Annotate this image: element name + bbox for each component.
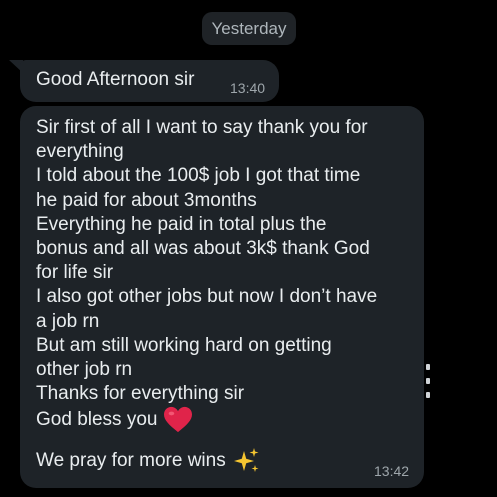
message-time: 13:40 [230,80,266,96]
message-line: I told about the 100$ job I got that tim… [36,165,361,187]
message-line: other job rn [36,358,133,380]
message-line: We pray for more wins [36,447,260,475]
scroll-handle-dot [426,392,430,398]
message-text: Sir first of all I want to say thank you… [36,116,377,406]
message-line-text: God bless you [36,409,158,430]
message-line: I also got other jobs but now I don’t ha… [36,286,378,308]
message-bubble[interactable]: Sir first of all I want to say thank you… [20,106,424,488]
date-separator: Yesterday [202,12,296,45]
scroll-handle[interactable] [425,364,431,398]
message-text: Good Afternoon sir [36,69,195,90]
scroll-handle-dot [426,364,430,370]
message-line: a job rn [36,310,100,332]
message-line: everything [36,141,124,163]
message-bubble[interactable]: Good Afternoon sir 13:40 [20,60,279,102]
message-line: God bless you [36,406,193,434]
sparkles-icon [233,448,259,472]
message-line: bonus and all was about 3k$ thank God [36,237,370,259]
message-line: for life sir [36,262,114,284]
message-line: he paid for about 3months [36,189,257,211]
message-line: Everything he paid in total plus the [36,213,327,235]
scroll-handle-dot [426,378,430,384]
heart-icon [164,406,193,433]
message-line-text: We pray for more wins [36,450,226,471]
message-line: Thanks for everything sir [36,383,245,405]
message-line: Sir first of all I want to say thank you… [36,117,368,138]
message-line: But am still working hard on getting [36,334,332,356]
message-time: 13:42 [374,463,410,479]
